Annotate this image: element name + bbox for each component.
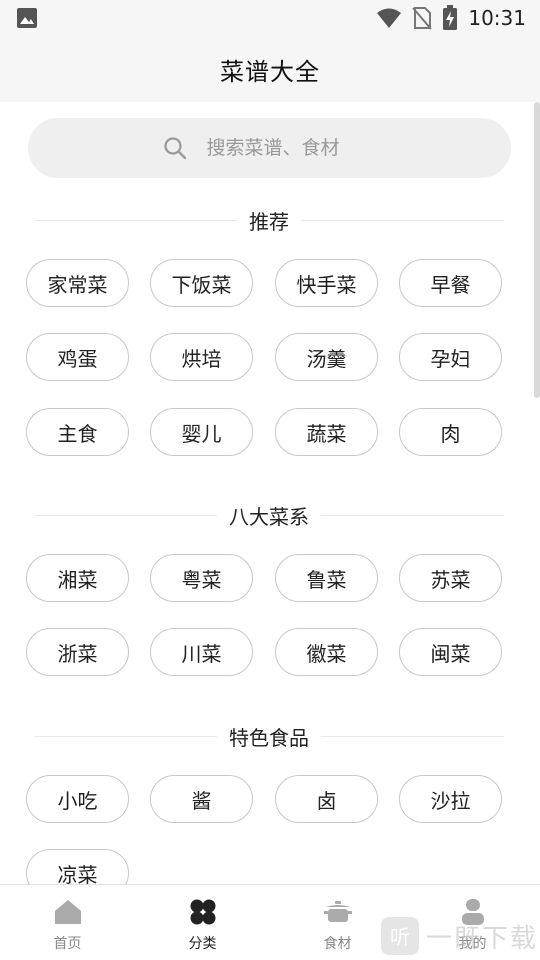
divider xyxy=(34,514,217,516)
category-content[interactable]: 推荐 家常菜 下饭菜 快手菜 早餐 鸡蛋 烘培 汤羹 孕妇 主食 婴儿 蔬菜 肉… xyxy=(0,102,540,884)
chip-meat[interactable]: 肉 xyxy=(399,408,502,456)
chip-staple[interactable]: 主食 xyxy=(26,408,129,456)
chip-sauce[interactable]: 酱 xyxy=(150,775,253,823)
chip-sichuan[interactable]: 川菜 xyxy=(150,628,253,676)
chip-cantonese[interactable]: 粤菜 xyxy=(150,554,253,602)
chip-vegetables[interactable]: 蔬菜 xyxy=(275,408,378,456)
tab-home[interactable]: 首页 xyxy=(0,885,135,960)
svg-text:听: 听 xyxy=(390,925,410,949)
tab-category[interactable]: 分类 xyxy=(135,885,270,960)
no-sim-icon xyxy=(412,7,433,30)
section-header-cuisines: 八大菜系 xyxy=(34,500,504,530)
chip-baby[interactable]: 婴儿 xyxy=(150,408,253,456)
chip-fujian[interactable]: 闽菜 xyxy=(399,628,502,676)
chip-braised[interactable]: 卤 xyxy=(275,775,378,823)
search-icon xyxy=(163,137,186,160)
watermark-text: 一既下载 xyxy=(426,923,539,954)
search-input[interactable] xyxy=(206,137,377,159)
tab-label: 首页 xyxy=(53,936,82,952)
section-header-recommend: 推荐 xyxy=(34,205,504,235)
chip-anhui[interactable]: 徽菜 xyxy=(275,628,378,676)
divider xyxy=(34,219,237,221)
app-header: 菜谱大全 xyxy=(0,36,540,102)
page-title: 菜谱大全 xyxy=(220,57,320,86)
chip-rice-dishes[interactable]: 下饭菜 xyxy=(150,259,253,307)
chip-soup[interactable]: 汤羹 xyxy=(275,333,378,381)
home-icon xyxy=(54,900,81,924)
chip-hunan[interactable]: 湘菜 xyxy=(26,554,129,602)
chip-jiangsu[interactable]: 苏菜 xyxy=(399,554,502,602)
chip-breakfast[interactable]: 早餐 xyxy=(399,259,502,307)
watermark-logo-icon: 听 xyxy=(381,917,419,955)
chip-shandong[interactable]: 鲁菜 xyxy=(275,554,378,602)
chip-cold-dishes[interactable]: 凉菜 xyxy=(26,849,129,884)
battery-charging-icon xyxy=(443,5,458,30)
status-time: 10:31 xyxy=(468,6,526,30)
chip-snacks[interactable]: 小吃 xyxy=(26,775,129,823)
chip-salad[interactable]: 沙拉 xyxy=(399,775,502,823)
chip-egg[interactable]: 鸡蛋 xyxy=(26,333,129,381)
chip-home-style[interactable]: 家常菜 xyxy=(26,259,129,307)
tab-label: 食材 xyxy=(323,936,352,952)
scrollbar[interactable] xyxy=(534,102,540,398)
section-title: 特色食品 xyxy=(229,725,309,750)
pot-icon xyxy=(323,901,352,922)
chip-pregnant[interactable]: 孕妇 xyxy=(399,333,502,381)
divider xyxy=(34,735,217,737)
category-icon xyxy=(190,899,215,925)
chip-quick-dishes[interactable]: 快手菜 xyxy=(275,259,378,307)
watermark: 听 一既下载 xyxy=(380,916,538,956)
chip-zhejiang[interactable]: 浙菜 xyxy=(26,628,129,676)
divider xyxy=(321,514,504,516)
divider xyxy=(301,219,504,221)
status-bar: 10:31 xyxy=(0,0,540,36)
search-bar[interactable] xyxy=(28,118,511,178)
image-icon xyxy=(17,8,37,28)
section-header-specialty: 特色食品 xyxy=(34,721,504,751)
section-title: 推荐 xyxy=(249,209,289,234)
chip-baking[interactable]: 烘培 xyxy=(150,333,253,381)
tab-label: 分类 xyxy=(188,936,217,952)
wifi-icon xyxy=(377,8,402,28)
divider xyxy=(321,735,504,737)
section-title: 八大菜系 xyxy=(229,504,309,529)
